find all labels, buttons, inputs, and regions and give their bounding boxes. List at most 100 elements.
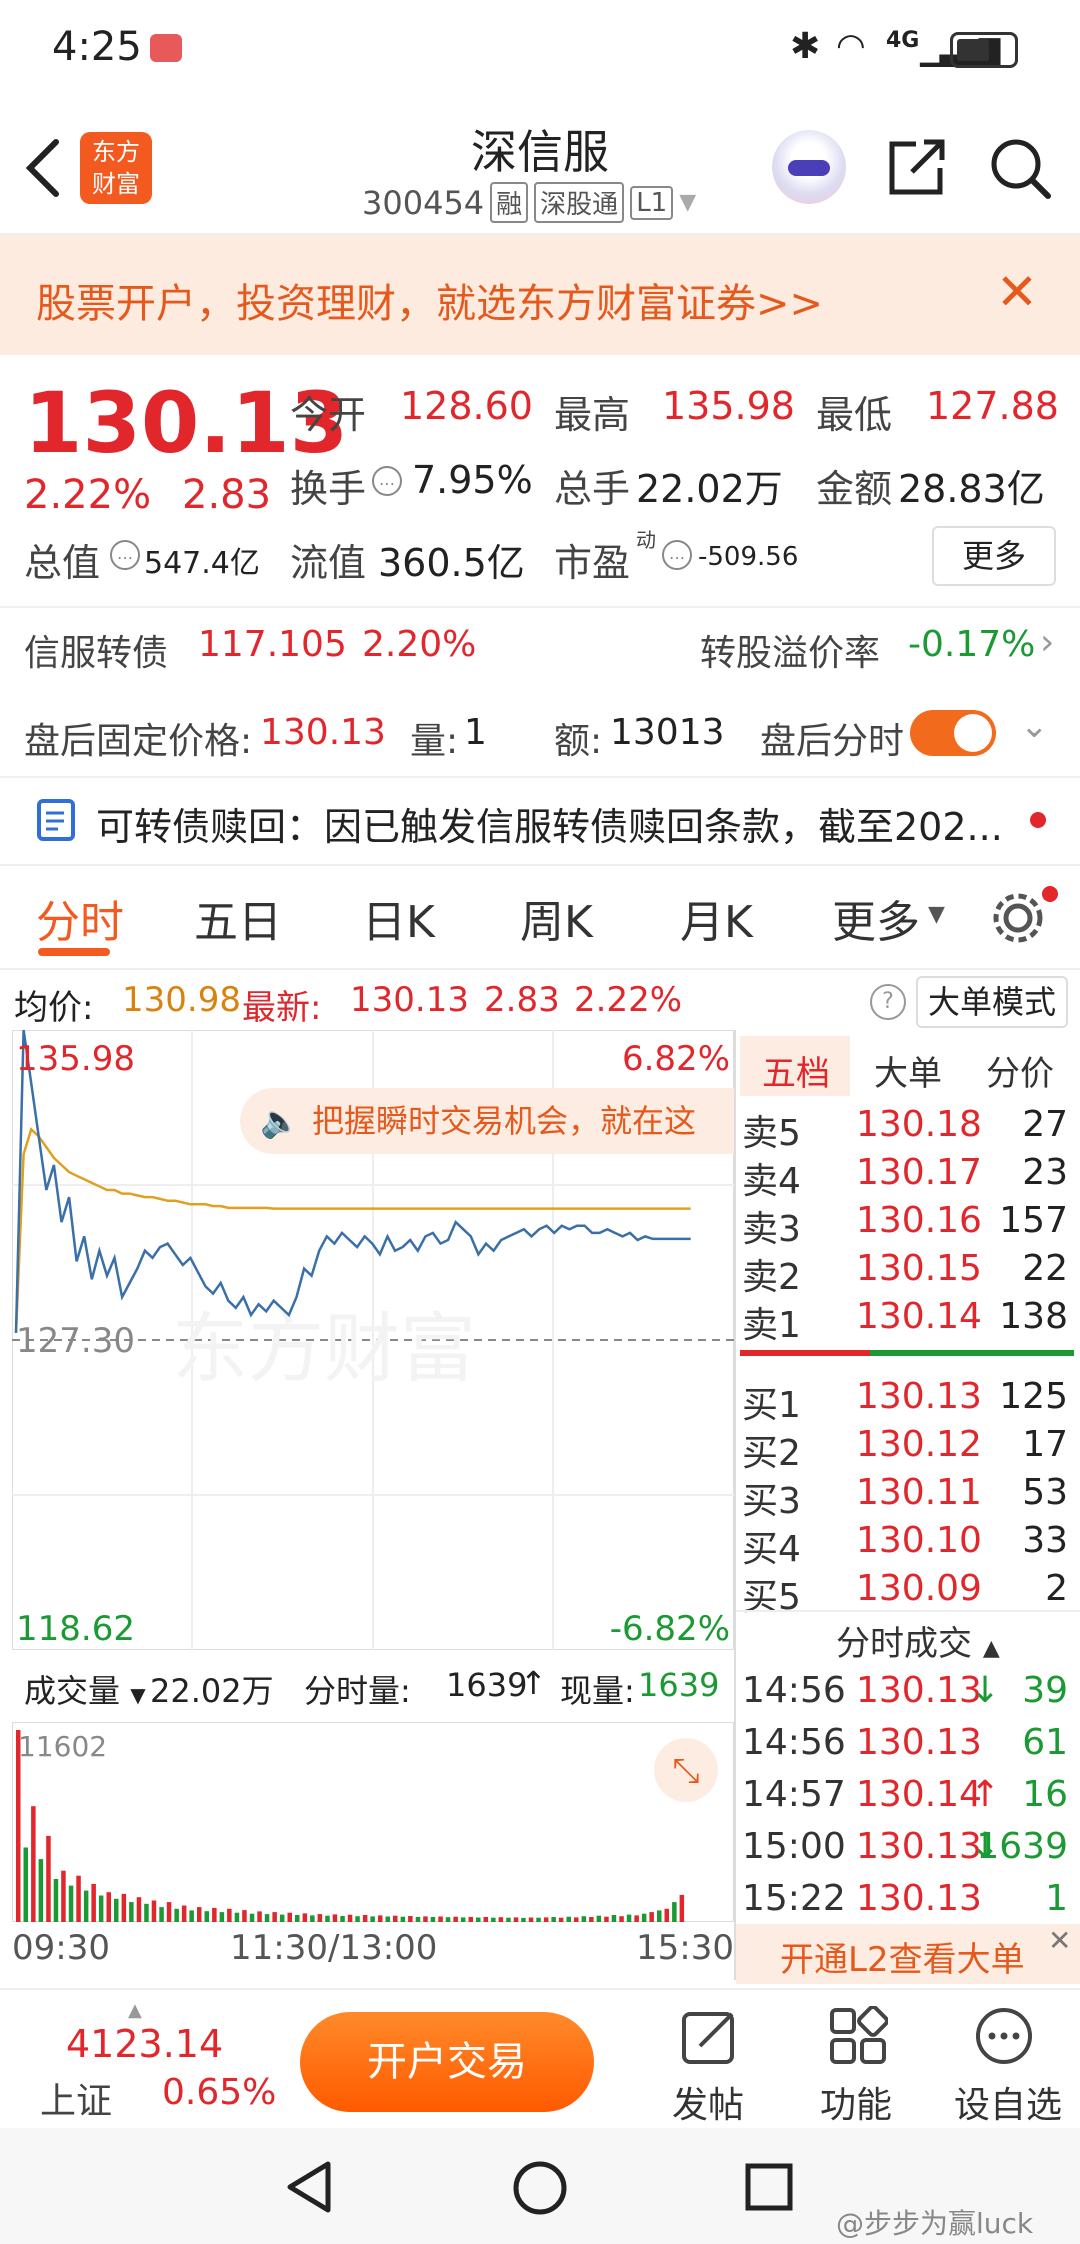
now-volume: 1639 [638,1666,720,1704]
volume-bar [166,1902,172,1922]
index-name[interactable]: 上证 [40,2072,112,2124]
chevron-up-icon[interactable]: ▲ [128,2000,142,2021]
search-icon[interactable] [988,136,1052,200]
orderbook-tab-level5[interactable]: 五档 [762,1046,830,1095]
volume-bar [212,1907,217,1922]
tab-active-indicator [38,948,110,956]
l2-upgrade-text[interactable]: 开通L2查看大单 [780,1932,1025,1981]
assistant-robot-icon[interactable] [772,130,846,204]
volume-bar [589,1917,594,1922]
info-icon[interactable]: … [110,540,140,570]
volume-bar [657,1910,662,1922]
avg-price: 130.98 [122,980,241,1020]
dropdown-icon[interactable]: ▼ [679,190,696,215]
chart-bottom-price: 118.62 [16,1609,135,1649]
volume-label: 总手 [554,467,631,511]
volume-bar [408,1916,413,1922]
chart-top-price: 135.98 [16,1039,135,1079]
status-time: 4:25 [52,24,142,70]
avg-price-label: 均价: [14,988,94,1028]
amount-label: 金额 [816,467,893,511]
sell-level-row[interactable]: 卖1 130.14 138 [742,1296,1072,1346]
buy-level-row[interactable]: 买5 130.09 2 [742,1568,1072,1618]
big-order-mode-button[interactable]: 大单模式 [916,976,1068,1028]
settings-gear-icon[interactable] [990,890,1046,946]
l2-upgrade-banner[interactable]: 开通L2查看大单 ✕ [736,1924,1080,1984]
close-icon[interactable]: ✕ [996,263,1038,321]
volume-bar [385,1916,390,1922]
afterhours-toggle[interactable] [910,710,996,756]
chevron-right-icon[interactable]: › [1040,622,1054,663]
time-mid: 11:30/13:00 [230,1928,438,1968]
bond-price: 117.105 [198,624,347,665]
buy-level-row[interactable]: 买3 130.11 53 [742,1472,1072,1522]
speaker-icon: 🔈 [260,1102,300,1140]
functions-grid-icon[interactable] [828,2006,888,2066]
last-change: 2.83 [484,980,560,1020]
last-label: 最新: [242,988,322,1028]
divider [0,864,1080,866]
volume-bar [370,1916,375,1922]
intraday-price-chart[interactable]: 东方财富 135.98 6.82% 127.30 118.62 -6.82% 🔈… [12,1030,734,1650]
bond-name[interactable]: 信服转债 [24,624,168,676]
sell-level-row[interactable]: 卖4 130.17 23 [742,1152,1072,1202]
tab-monthly-k[interactable]: 月K [680,886,753,950]
info-icon[interactable]: … [372,466,402,496]
chevron-down-icon[interactable]: ⌄ [1020,706,1049,746]
orderbook-tab-price[interactable]: 分价 [986,1046,1054,1095]
bluetooth-icon: ✱ [790,26,821,67]
buy-orders: 买1 130.13 125 买2 130.12 17 买3 130.11 53 买4 130.10 3… [742,1376,1072,1618]
tab-daily-k[interactable]: 日K [362,886,435,950]
buy-level-row[interactable]: 买1 130.13 125 [742,1376,1072,1426]
tab-fenshi[interactable]: 分时 [36,886,124,950]
notice-text[interactable]: 可转债赎回：因已触发信服转债赎回条款，截至202... [96,796,1006,851]
dropdown-icon[interactable]: ▼ [928,902,945,927]
volume-bar [498,1917,504,1922]
time-start: 09:30 [12,1928,110,1968]
more-dots-icon[interactable] [974,2006,1034,2066]
share-icon[interactable] [886,136,948,198]
post-label[interactable]: 发帖 [672,2076,744,2128]
volume-bar [257,1911,262,1922]
post-edit-icon[interactable] [680,2006,740,2066]
nav-back-icon[interactable] [284,2160,334,2214]
sell-level-row[interactable]: 卖5 130.18 27 [742,1104,1072,1154]
sell-level-row[interactable]: 卖2 130.15 22 [742,1248,1072,1298]
volume-indicator-select[interactable]: 成交量 ▼ [24,1666,146,1712]
functions-label[interactable]: 功能 [820,2076,892,2128]
more-button[interactable]: 更多 [932,526,1056,586]
nav-recents-icon[interactable] [744,2162,794,2212]
buy-level-row[interactable]: 买2 130.12 17 [742,1424,1072,1474]
volume-bar [302,1913,308,1922]
open-account-trade-button[interactable]: 开户交易 [300,2012,594,2112]
volume-bar [483,1917,488,1922]
close-icon[interactable]: ✕ [1048,1924,1071,1957]
nav-home-icon[interactable] [512,2160,568,2216]
volume-chart[interactable]: 11602 ⤡ [12,1722,734,1922]
add-watchlist-label[interactable]: 设自选 [954,2076,1062,2128]
tab-weekly-k[interactable]: 周K [520,886,593,950]
volume-bar [536,1917,541,1922]
volume-bar [121,1893,127,1922]
promo-pill[interactable]: 🔈 把握瞬时交易机会，就在这 [240,1088,734,1154]
index-value[interactable]: 4123.14 [66,2022,223,2066]
tab-more[interactable]: 更多 [832,886,920,950]
volume-bar [558,1917,564,1922]
tab-5day[interactable]: 五日 [194,886,282,950]
volume-bar [219,1912,225,1922]
help-icon[interactable]: ? [870,984,906,1020]
promo-banner[interactable]: 股票开户，投资理财，就选东方财富证券>> ✕ [0,235,1080,355]
pe-label: 市盈 [554,541,631,585]
expand-button[interactable]: ⤡ [654,1738,718,1802]
volume-bar [279,1914,285,1922]
float-label: 流值 [290,541,367,585]
trades-title[interactable]: 分时成交 ▲ [836,1616,1000,1665]
index-percent[interactable]: 0.65% [162,2072,276,2113]
volume-bar [23,1847,28,1922]
buy-level-row[interactable]: 买4 130.10 33 [742,1520,1072,1570]
banner-text[interactable]: 股票开户，投资理财，就选东方财富证券>> [36,271,823,329]
sell-level-row[interactable]: 卖3 130.16 157 [742,1200,1072,1250]
info-icon[interactable]: … [662,540,692,570]
orderbook-tab-bigorder[interactable]: 大单 [874,1046,942,1095]
volume-bar [332,1914,338,1922]
